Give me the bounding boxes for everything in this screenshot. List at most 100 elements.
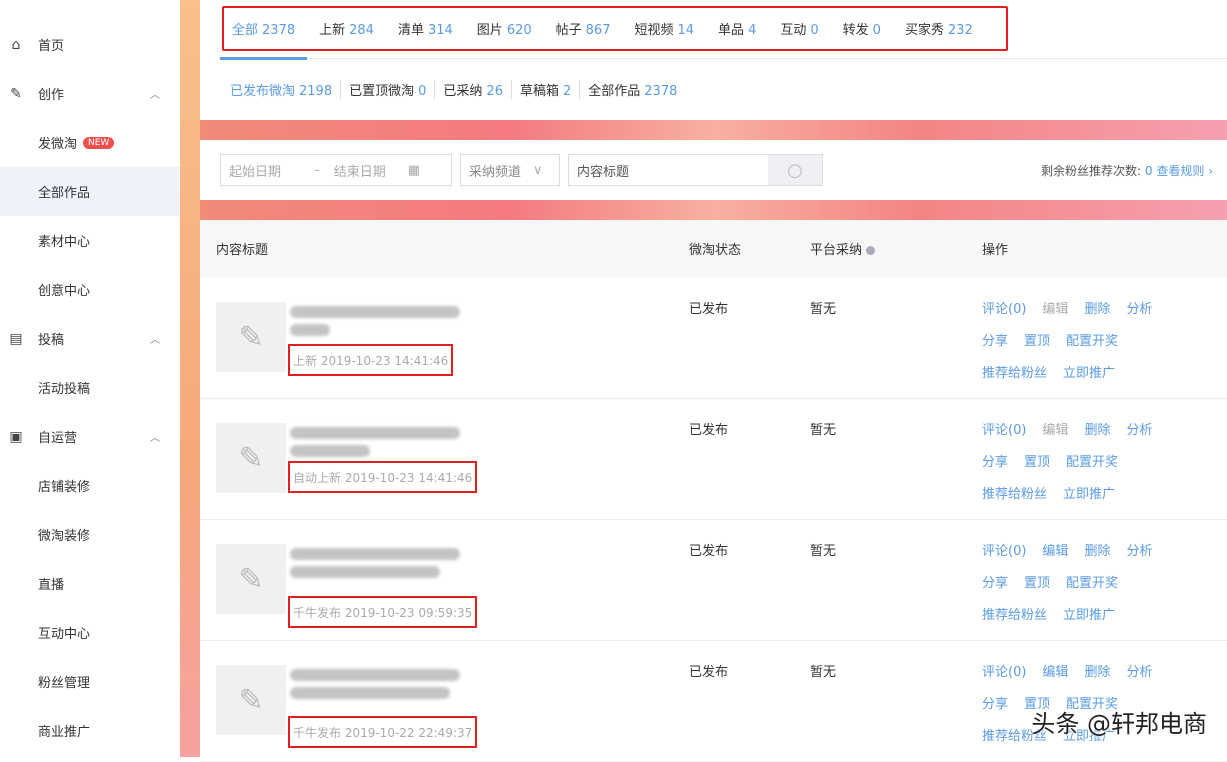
action-link[interactable]: 推荐给粉丝 bbox=[982, 483, 1047, 515]
tab[interactable]: 清单314 bbox=[398, 19, 453, 38]
sidebar-item[interactable]: 微淘装修 bbox=[0, 510, 180, 559]
tab[interactable]: 全部2378 bbox=[232, 19, 295, 38]
action-link[interactable]: 编辑 bbox=[1042, 540, 1068, 572]
main-content: 全部2378 上新284 清单314 图片620 帖子867 短视频14 单品4 互动0 转发0… bbox=[200, 0, 1227, 757]
sidebar-item[interactable]: 素材中心 bbox=[0, 216, 180, 265]
action-link[interactable]: 推荐给粉丝 bbox=[982, 604, 1047, 636]
sidebar-item-label: 店铺装修 bbox=[38, 476, 90, 495]
title-search-input[interactable]: 内容标题 bbox=[577, 161, 629, 180]
redacted-title bbox=[290, 548, 460, 560]
sidebar-item-label: 首页 bbox=[38, 35, 64, 54]
subtab-label: 已发布微淘 bbox=[230, 84, 295, 99]
tab[interactable]: 图片620 bbox=[477, 19, 532, 38]
sidebar-item[interactable]: ▣自运营︿ bbox=[0, 412, 180, 461]
sidebar-item[interactable]: 互动中心 bbox=[0, 608, 180, 657]
action-link[interactable]: 删除 bbox=[1084, 298, 1110, 330]
search-button[interactable]: ○ bbox=[768, 155, 822, 185]
action-link[interactable]: 立即推广 bbox=[1063, 362, 1115, 394]
action-link[interactable]: 评论(0) bbox=[982, 661, 1026, 693]
action-link[interactable]: 分析 bbox=[1126, 298, 1152, 330]
action-link[interactable]: 评论(0) bbox=[982, 298, 1026, 330]
tab-count: 14 bbox=[678, 23, 695, 38]
action-link[interactable]: 立即推广 bbox=[1063, 483, 1115, 515]
action-link[interactable]: 编辑 bbox=[1042, 419, 1068, 451]
date-range-picker[interactable]: 起始日期 - 结束日期 ▦ bbox=[220, 154, 452, 186]
tab[interactable]: 单品4 bbox=[718, 19, 756, 38]
platform-adopt: 暂无 bbox=[810, 661, 836, 680]
sidebar-item-label: 直播 bbox=[38, 574, 64, 593]
table-header: 内容标题 微淘状态 平台采纳 操作 bbox=[200, 220, 1227, 277]
chevron-up-icon[interactable]: ︿ bbox=[150, 331, 160, 346]
info-icon[interactable] bbox=[866, 246, 875, 255]
sidebar-item[interactable]: 全部作品 bbox=[0, 167, 180, 216]
action-link[interactable]: 删除 bbox=[1084, 419, 1110, 451]
sidebar-item[interactable]: ▤投稿︿ bbox=[0, 314, 180, 363]
action-link[interactable]: 推荐给粉丝 bbox=[982, 362, 1047, 394]
sidebar-item[interactable]: 粉丝管理 bbox=[0, 657, 180, 706]
thumbnail-placeholder[interactable]: ✎ bbox=[216, 665, 286, 735]
action-link[interactable]: 评论(0) bbox=[982, 540, 1026, 572]
sidebar-item[interactable]: 直播 bbox=[0, 559, 180, 608]
action-link[interactable]: 置顶 bbox=[1024, 330, 1050, 362]
tab[interactable]: 帖子867 bbox=[556, 19, 611, 38]
action-link[interactable]: 分享 bbox=[982, 693, 1008, 725]
sidebar: ⌂ 首页 ✎创作︿发微淘NEW全部作品素材中心创意中心▤投稿︿活动投稿▣自运营︿ 店铺… bbox=[0, 0, 180, 757]
action-link[interactable]: 分析 bbox=[1126, 419, 1152, 451]
title-search[interactable]: 内容标题 ○ bbox=[568, 154, 823, 186]
action-link[interactable]: 配置开奖 bbox=[1066, 330, 1118, 362]
action-link[interactable]: 分享 bbox=[982, 572, 1008, 604]
action-link[interactable]: 分享 bbox=[982, 330, 1008, 362]
channel-select[interactable]: 采纳频道 ∨ bbox=[460, 154, 560, 186]
publish-date: 自动上新 2019-10-23 14:41:46 bbox=[293, 469, 472, 486]
action-link[interactable]: 分享 bbox=[982, 451, 1008, 483]
action-link[interactable]: 配置开奖 bbox=[1066, 572, 1118, 604]
publish-date-box: 千牛发布 2019-10-22 22:49:37 bbox=[288, 716, 477, 748]
action-link[interactable]: 分析 bbox=[1126, 540, 1152, 572]
background-strip bbox=[180, 0, 200, 757]
action-link[interactable]: 删除 bbox=[1084, 540, 1110, 572]
tab[interactable]: 短视频14 bbox=[634, 19, 694, 38]
home-icon: ⌂ bbox=[8, 37, 24, 53]
start-date-input[interactable]: 起始日期 bbox=[229, 161, 281, 180]
sidebar-item[interactable]: 创意中心 bbox=[0, 265, 180, 314]
sidebar-item[interactable]: ✎创作︿ bbox=[0, 69, 180, 118]
thumbnail-placeholder[interactable]: ✎ bbox=[216, 423, 286, 493]
end-date-input[interactable]: 结束日期 bbox=[334, 161, 386, 180]
publish-date-box: 上新 2019-10-23 14:41:46 bbox=[288, 344, 453, 376]
chevron-up-icon[interactable]: ︿ bbox=[150, 86, 160, 101]
calendar-icon: ▦ bbox=[408, 163, 420, 178]
action-link[interactable]: 编辑 bbox=[1042, 661, 1068, 693]
sidebar-item[interactable]: 店铺装修 bbox=[0, 461, 180, 510]
redacted-title bbox=[290, 445, 370, 457]
action-link[interactable]: 立即推广 bbox=[1063, 604, 1115, 636]
thumbnail-placeholder[interactable]: ✎ bbox=[216, 302, 286, 372]
subtab[interactable]: 已发布微淘2198 bbox=[230, 80, 340, 99]
sidebar-item[interactable]: 发微淘NEW bbox=[0, 118, 180, 167]
sidebar-item-label: 素材中心 bbox=[38, 231, 90, 250]
action-link[interactable]: 置顶 bbox=[1024, 572, 1050, 604]
subtab[interactable]: 草稿箱2 bbox=[511, 80, 579, 99]
redacted-title bbox=[290, 687, 450, 699]
action-link[interactable]: 评论(0) bbox=[982, 419, 1026, 451]
tab[interactable]: 转发0 bbox=[843, 19, 881, 38]
sidebar-item[interactable]: 活动投稿 bbox=[0, 363, 180, 412]
content-type-tabs: 全部2378 上新284 清单314 图片620 帖子867 短视频14 单品4 互动0 转发0… bbox=[222, 6, 1008, 51]
action-link[interactable]: 配置开奖 bbox=[1066, 451, 1118, 483]
tab[interactable]: 上新284 bbox=[319, 19, 374, 38]
chevron-up-icon[interactable]: ︿ bbox=[150, 429, 160, 444]
thumbnail-placeholder[interactable]: ✎ bbox=[216, 544, 286, 614]
subtab[interactable]: 全部作品2378 bbox=[579, 80, 685, 99]
action-link[interactable]: 删除 bbox=[1084, 661, 1110, 693]
action-link[interactable]: 分析 bbox=[1126, 661, 1152, 693]
tab[interactable]: 买家秀232 bbox=[905, 19, 973, 38]
view-rules-link[interactable]: 查看规则 bbox=[1156, 164, 1204, 178]
action-link[interactable]: 编辑 bbox=[1042, 298, 1068, 330]
subtab[interactable]: 已采纳26 bbox=[434, 80, 511, 99]
sidebar-item[interactable]: 商业推广 bbox=[0, 706, 180, 755]
sidebar-item[interactable]: ⌂ 首页 bbox=[0, 20, 180, 69]
action-link[interactable]: 置顶 bbox=[1024, 451, 1050, 483]
platform-adopt: 暂无 bbox=[810, 298, 836, 317]
tab[interactable]: 互动0 bbox=[780, 19, 818, 38]
new-badge: NEW bbox=[83, 137, 114, 149]
subtab[interactable]: 已置顶微淘0 bbox=[340, 80, 434, 99]
